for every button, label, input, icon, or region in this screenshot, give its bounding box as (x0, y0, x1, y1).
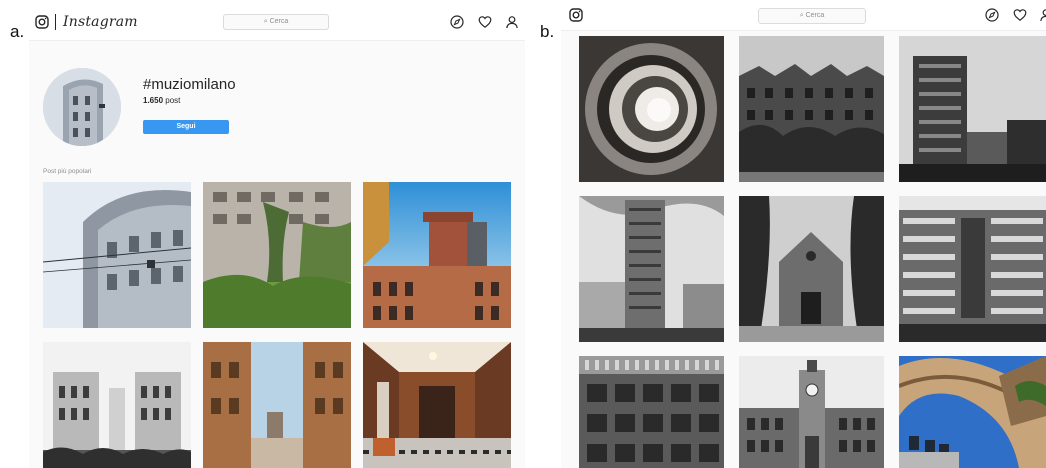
post-tile-curved-facade[interactable] (43, 182, 191, 328)
post-tile-church-facade[interactable] (739, 196, 884, 342)
search-icon: ⌕ (799, 12, 804, 19)
instagram-camera-icon[interactable] (35, 15, 49, 29)
post-tile-balcony-building[interactable] (899, 196, 1046, 342)
explore-compass-icon[interactable] (450, 15, 464, 29)
follow-button[interactable]: Segui (143, 120, 229, 134)
post-count-word: post (165, 96, 181, 105)
search-placeholder: Cerca (269, 18, 289, 25)
instagram-wordmark[interactable]: Instagram (63, 14, 138, 30)
search-input-b[interactable]: ⌕ Cerca (758, 8, 866, 24)
post-tile-street-canyon[interactable] (203, 342, 351, 468)
hashtag-avatar (43, 68, 121, 146)
instagram-camera-icon[interactable] (569, 8, 583, 22)
top-posts-heading: Post più popolari (43, 168, 92, 175)
heart-icon[interactable] (1013, 8, 1027, 22)
post-tile-ivy-building[interactable] (203, 182, 351, 328)
heart-icon[interactable] (478, 15, 492, 29)
post-count: 1.650 post (143, 96, 180, 105)
profile-icon[interactable] (1039, 8, 1046, 22)
post-tile-clock-tower[interactable] (739, 356, 884, 468)
top-navigation-bar: Instagram ⌕ Cerca (29, 4, 525, 41)
search-icon: ⌕ (263, 18, 268, 25)
hashtag-title: #muziomilano (143, 76, 236, 93)
explore-compass-icon[interactable] (985, 8, 999, 22)
post-tile-brick-apartment-block[interactable] (739, 36, 884, 182)
post-tile-tower-block[interactable] (899, 36, 1046, 182)
instagram-hashtag-page: Instagram ⌕ Cerca #muziomilano 1.650 pos… (29, 4, 525, 468)
post-tile-tower-sunset[interactable] (363, 182, 511, 328)
search-placeholder-b: Cerca (805, 12, 825, 19)
post-tile-spiral-staircase[interactable] (579, 36, 724, 182)
panel-label-a: a. (10, 22, 25, 41)
logo-divider (55, 14, 56, 30)
post-tile-museum-gallery[interactable] (363, 342, 511, 468)
post-count-number: 1.650 (143, 96, 164, 105)
post-tile-arch-passage[interactable] (899, 356, 1046, 468)
search-input[interactable]: ⌕ Cerca (223, 14, 329, 30)
panel-label-b: b. (540, 22, 555, 41)
profile-icon[interactable] (505, 15, 519, 29)
post-tile-symmetric-buildings[interactable] (43, 342, 191, 468)
top-navigation-bar-b: ⌕ Cerca (561, 0, 1046, 31)
instagram-feed-page: ⌕ Cerca (561, 0, 1046, 468)
post-tile-skyscraper[interactable] (579, 196, 724, 342)
post-tile-grid-facade[interactable] (579, 356, 724, 468)
